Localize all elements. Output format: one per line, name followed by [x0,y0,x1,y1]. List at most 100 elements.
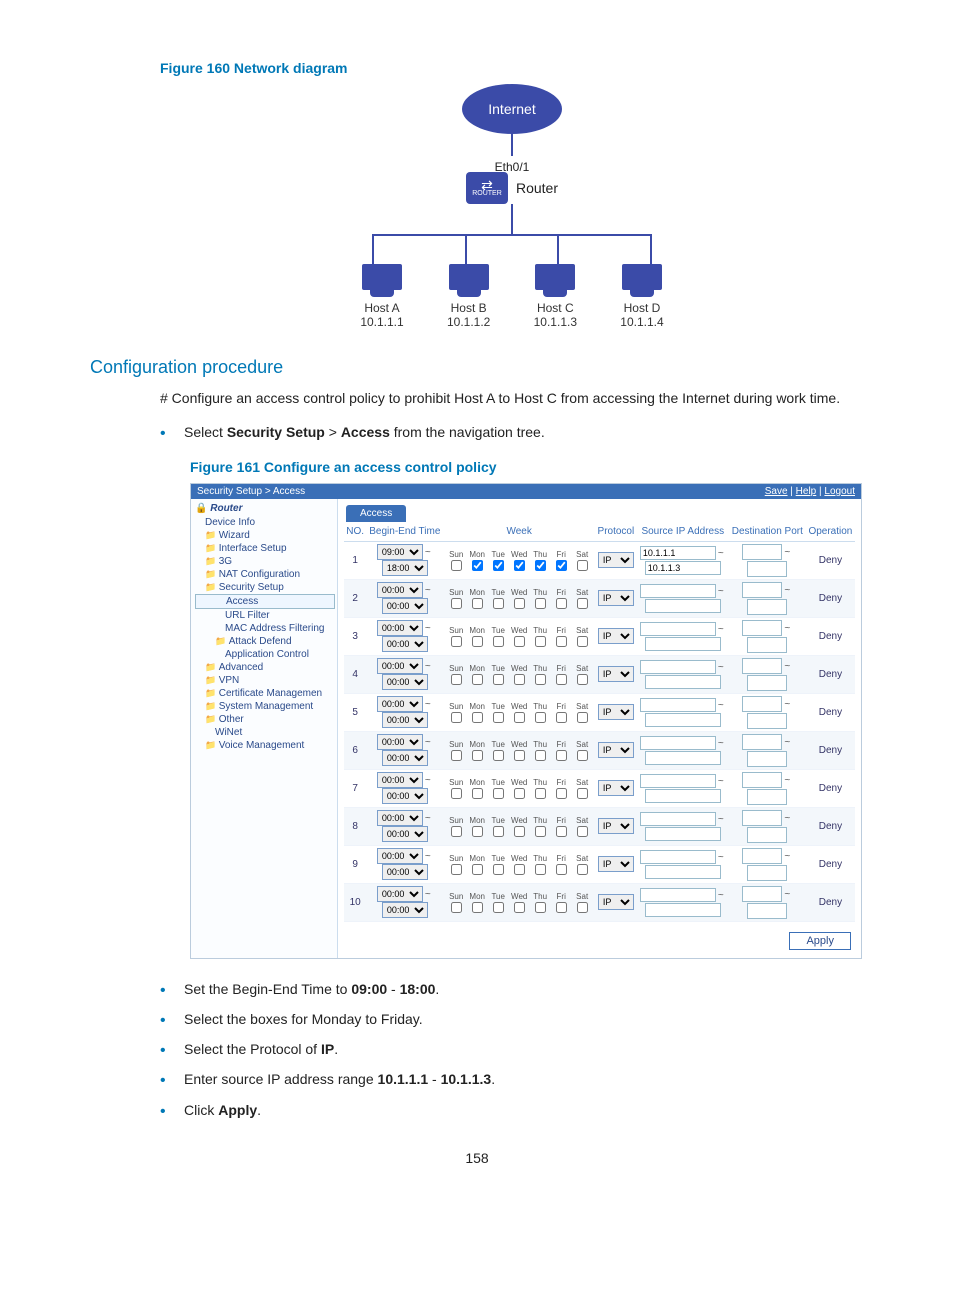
src-ip-end[interactable] [645,637,721,651]
day-checkbox[interactable] [493,864,504,875]
begin-time-select[interactable]: 00:00 [377,620,423,636]
protocol-select[interactable]: IP [598,780,634,796]
day-checkbox[interactable] [535,712,546,723]
end-time-select[interactable]: 18:00 [382,560,428,576]
day-checkbox[interactable] [472,750,483,761]
day-checkbox[interactable] [577,598,588,609]
src-ip-end[interactable] [645,713,721,727]
dest-port-begin[interactable] [742,696,782,712]
day-checkbox[interactable] [451,902,462,913]
day-checkbox[interactable] [472,788,483,799]
day-checkbox[interactable] [577,902,588,913]
day-checkbox[interactable] [556,674,567,685]
day-checkbox[interactable] [535,826,546,837]
day-checkbox[interactable] [451,750,462,761]
day-checkbox[interactable] [451,598,462,609]
begin-time-select[interactable]: 00:00 [377,658,423,674]
day-checkbox[interactable] [514,826,525,837]
day-checkbox[interactable] [451,788,462,799]
end-time-select[interactable]: 00:00 [382,750,428,766]
day-checkbox[interactable] [556,864,567,875]
nav-item[interactable]: URL Filter [195,609,335,622]
day-checkbox[interactable] [493,750,504,761]
nav-item[interactable]: Voice Management [195,739,335,752]
dest-port-end[interactable] [747,865,787,881]
dest-port-begin[interactable] [742,658,782,674]
day-checkbox[interactable] [514,598,525,609]
nav-item[interactable]: MAC Address Filtering [195,622,335,635]
day-checkbox[interactable] [493,902,504,913]
nav-item[interactable]: Other [195,713,335,726]
day-checkbox[interactable] [514,674,525,685]
day-checkbox[interactable] [493,636,504,647]
src-ip-begin[interactable] [640,850,716,864]
logout-link[interactable]: Logout [824,486,855,497]
apply-button[interactable]: Apply [789,932,851,950]
nav-item[interactable]: Advanced [195,661,335,674]
day-checkbox[interactable] [493,788,504,799]
day-checkbox[interactable] [577,750,588,761]
end-time-select[interactable]: 00:00 [382,598,428,614]
day-checkbox[interactable] [577,636,588,647]
src-ip-begin[interactable] [640,584,716,598]
dest-port-begin[interactable] [742,620,782,636]
src-ip-end[interactable] [645,751,721,765]
dest-port-end[interactable] [747,827,787,843]
day-checkbox[interactable] [556,902,567,913]
end-time-select[interactable]: 00:00 [382,826,428,842]
day-checkbox[interactable] [451,674,462,685]
nav-item[interactable]: Application Control [195,648,335,661]
day-checkbox[interactable] [514,750,525,761]
begin-time-select[interactable]: 00:00 [377,848,423,864]
day-checkbox[interactable] [535,788,546,799]
dest-port-end[interactable] [747,789,787,805]
dest-port-begin[interactable] [742,544,782,560]
day-checkbox[interactable] [556,560,567,571]
day-checkbox[interactable] [556,826,567,837]
day-checkbox[interactable] [577,788,588,799]
day-checkbox[interactable] [535,750,546,761]
day-checkbox[interactable] [493,560,504,571]
nav-item[interactable]: Attack Defend [195,635,335,648]
src-ip-end[interactable] [645,789,721,803]
day-checkbox[interactable] [556,712,567,723]
day-checkbox[interactable] [451,826,462,837]
dest-port-end[interactable] [747,903,787,919]
nav-item[interactable]: Certificate Managemen [195,687,335,700]
dest-port-begin[interactable] [742,886,782,902]
dest-port-end[interactable] [747,561,787,577]
day-checkbox[interactable] [514,864,525,875]
day-checkbox[interactable] [472,598,483,609]
end-time-select[interactable]: 00:00 [382,864,428,880]
nav-item[interactable]: Interface Setup [195,542,335,555]
dest-port-begin[interactable] [742,772,782,788]
day-checkbox[interactable] [556,598,567,609]
end-time-select[interactable]: 00:00 [382,636,428,652]
dest-port-begin[interactable] [742,582,782,598]
day-checkbox[interactable] [493,674,504,685]
day-checkbox[interactable] [514,712,525,723]
day-checkbox[interactable] [472,560,483,571]
day-checkbox[interactable] [535,674,546,685]
dest-port-begin[interactable] [742,848,782,864]
src-ip-begin[interactable] [640,546,716,560]
day-checkbox[interactable] [556,788,567,799]
src-ip-end[interactable] [645,599,721,613]
day-checkbox[interactable] [451,712,462,723]
src-ip-end[interactable] [645,865,721,879]
begin-time-select[interactable]: 00:00 [377,582,423,598]
nav-item[interactable]: WiNet [195,726,335,739]
protocol-select[interactable]: IP [598,552,634,568]
help-link[interactable]: Help [796,486,817,497]
begin-time-select[interactable]: 00:00 [377,696,423,712]
dest-port-end[interactable] [747,599,787,615]
end-time-select[interactable]: 00:00 [382,674,428,690]
day-checkbox[interactable] [577,560,588,571]
day-checkbox[interactable] [451,560,462,571]
src-ip-begin[interactable] [640,812,716,826]
src-ip-begin[interactable] [640,774,716,788]
begin-time-select[interactable]: 00:00 [377,772,423,788]
dest-port-end[interactable] [747,751,787,767]
protocol-select[interactable]: IP [598,704,634,720]
day-checkbox[interactable] [451,636,462,647]
